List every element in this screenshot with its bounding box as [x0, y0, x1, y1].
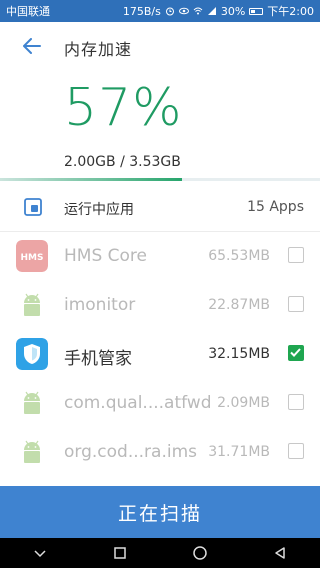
eye-icon	[178, 7, 189, 15]
chevron-down-icon	[34, 550, 46, 558]
back-button[interactable]	[18, 36, 46, 56]
alarm-icon	[165, 7, 174, 16]
app-checkbox[interactable]	[288, 247, 304, 263]
app-name: imonitor	[64, 295, 136, 315]
app-size: 65.53MB	[208, 248, 270, 264]
carrier-label: 中国联通	[6, 5, 50, 18]
app-name: HMS Core	[64, 246, 147, 266]
list-item[interactable]: imonitor 22.87MB	[0, 281, 320, 330]
hms-icon-text: HMS	[21, 253, 44, 263]
memory-progress-fill	[0, 178, 183, 181]
android-icon	[24, 440, 40, 463]
app-size: 32.15MB	[208, 346, 270, 362]
app-checkbox[interactable]	[288, 394, 304, 410]
status-bar: 中国联通 175B/s 30% 下午2:00	[0, 0, 320, 22]
running-apps-label: 运行中应用	[64, 202, 134, 218]
list-item[interactable]: HMS HMS Core 65.53MB	[0, 232, 320, 281]
memory-percent: 57%	[64, 78, 183, 138]
nav-home-button[interactable]	[180, 538, 220, 568]
app-size: 22.87MB	[208, 297, 270, 313]
app-name: com.qual....atfwd	[64, 393, 212, 413]
android-icon	[24, 391, 40, 414]
list-item[interactable]: com.qual....atfwd 2.09MB	[0, 379, 320, 428]
home-icon	[193, 546, 207, 560]
list-item[interactable]: 手机管家 32.15MB	[0, 330, 320, 379]
running-apps-count: 15 Apps	[247, 199, 304, 215]
android-icon	[24, 293, 40, 316]
battery-percent: 30%	[220, 4, 246, 18]
shield-icon	[16, 338, 48, 370]
status-icons: 175B/s 30% 下午2:00	[123, 3, 314, 19]
running-apps-icon	[24, 198, 42, 216]
navigation-bar	[0, 538, 320, 568]
recents-icon	[114, 547, 126, 559]
app-checkbox[interactable]	[288, 296, 304, 312]
nav-back-button[interactable]	[260, 538, 300, 568]
list-item[interactable]: org.cod...ra.ims 31.71MB	[0, 428, 320, 477]
page-title: 内存加速	[64, 40, 133, 59]
running-apps-row: 运行中应用 15 Apps	[0, 182, 320, 232]
app-size: 2.09MB	[217, 395, 270, 411]
app-list: HMS HMS Core 65.53MB imonitor 22.87MB 手机…	[0, 232, 320, 477]
memory-progress-bar	[0, 178, 320, 181]
nav-down-button[interactable]	[20, 538, 60, 568]
memory-header: 内存加速 57% 2.00GB / 3.53GB	[0, 22, 320, 180]
app-checkbox[interactable]	[288, 345, 304, 361]
app-checkbox[interactable]	[288, 443, 304, 459]
arrow-left-icon	[23, 38, 41, 54]
scan-button[interactable]: 正在扫描	[0, 486, 320, 538]
app-size: 31.71MB	[208, 444, 270, 460]
battery-icon	[249, 7, 264, 15]
clock: 下午2:00	[267, 5, 314, 18]
wifi-icon	[193, 7, 203, 15]
app-name: 手机管家	[64, 349, 132, 369]
nav-recents-button[interactable]	[100, 538, 140, 568]
network-speed: 175B/s	[122, 4, 161, 18]
back-icon	[275, 547, 285, 559]
app-name: org.cod...ra.ims	[64, 442, 197, 462]
memory-usage-text: 2.00GB / 3.53GB	[64, 154, 181, 170]
signal-icon	[207, 7, 216, 15]
hms-core-icon: HMS	[16, 240, 48, 272]
check-icon	[290, 348, 301, 357]
